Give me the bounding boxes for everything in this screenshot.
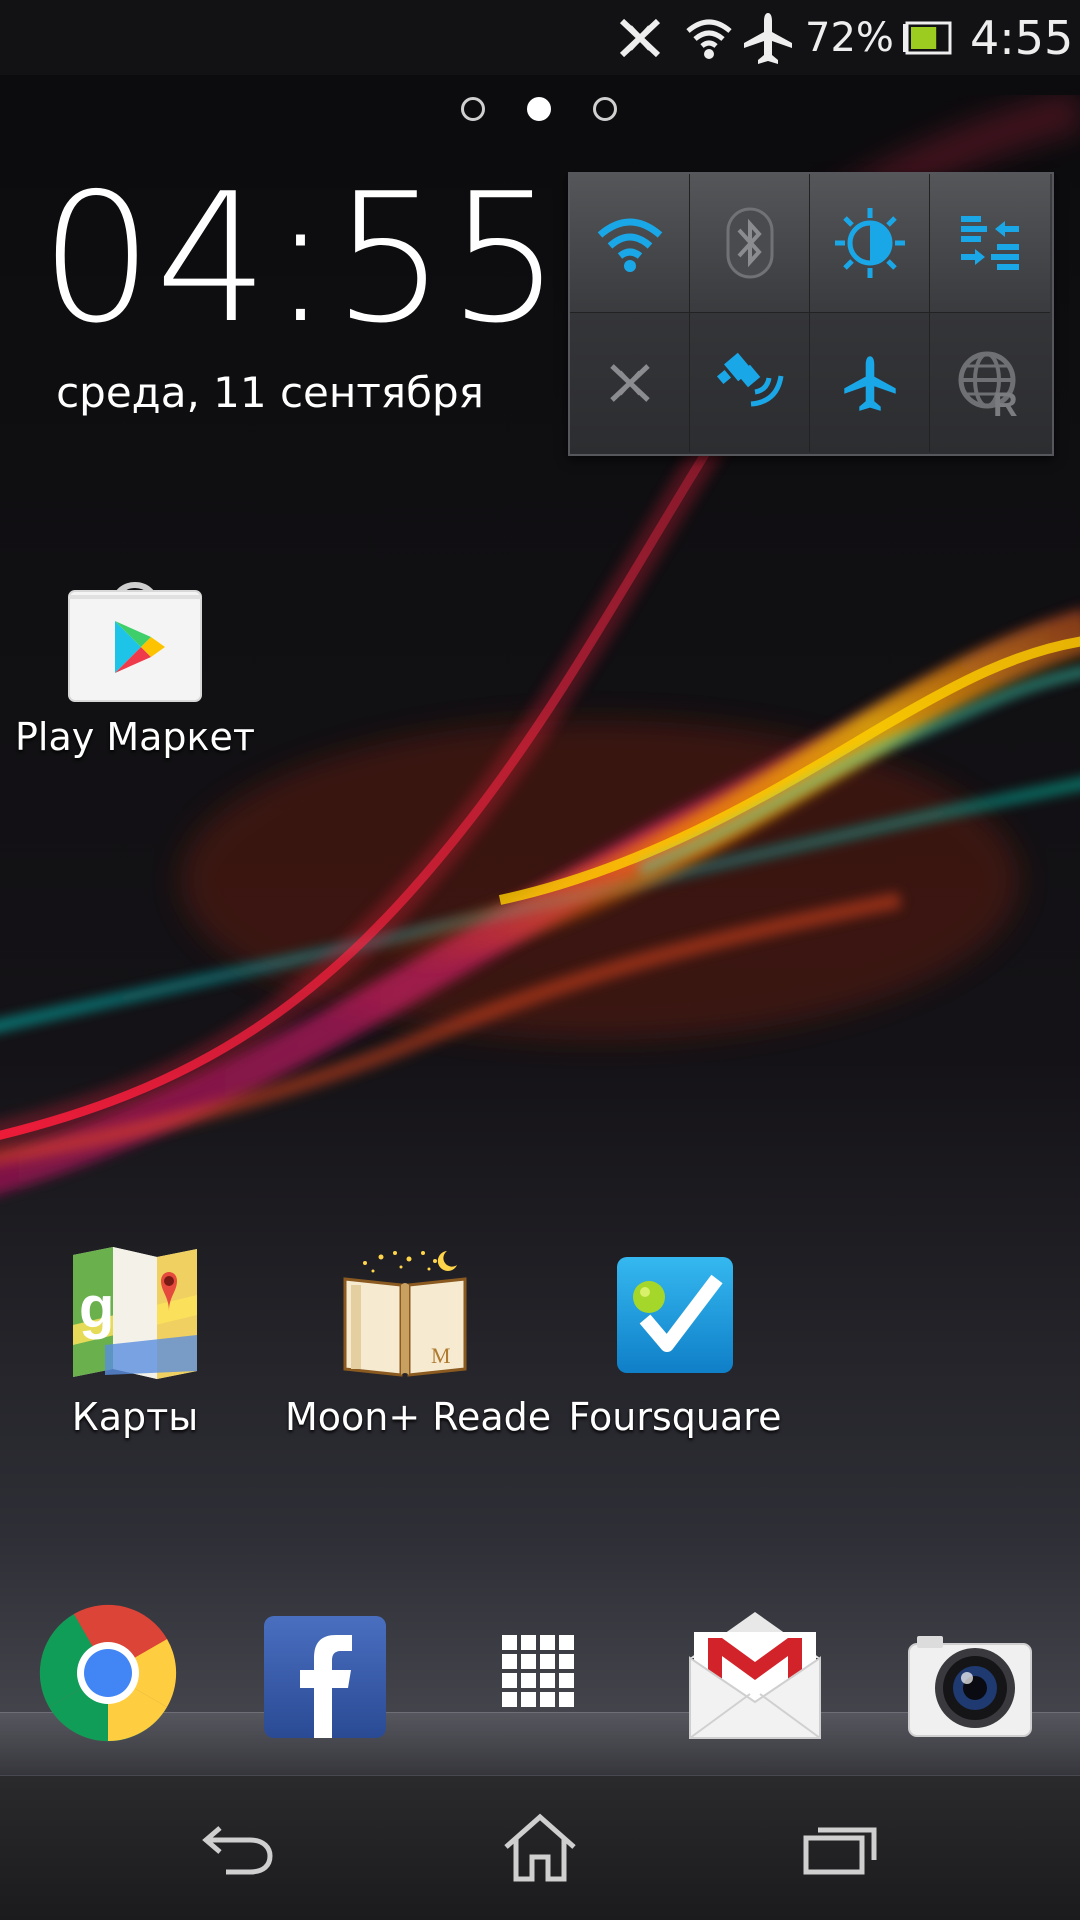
data-sync-toggle[interactable] <box>930 174 1050 313</box>
app-foursquare[interactable]: Foursquare <box>555 1245 795 1439</box>
recent-apps-icon <box>803 1827 877 1875</box>
play-store-icon <box>68 582 202 702</box>
app-label: Карты <box>71 1395 199 1439</box>
brightness-icon <box>834 208 905 278</box>
quick-settings-widget: R <box>568 172 1054 456</box>
page-dot-active[interactable] <box>527 97 551 121</box>
wifi-icon <box>684 0 734 75</box>
svg-text:M: M <box>431 1343 451 1368</box>
app-label: Play Маркет <box>15 715 255 759</box>
facebook-icon <box>264 1616 386 1738</box>
status-clock: 4:55 <box>970 10 1074 65</box>
data-sync-icon <box>961 216 1019 270</box>
nfc-toggle[interactable] <box>570 313 690 452</box>
nfc-off-icon <box>612 0 668 75</box>
navigation-bar <box>0 1776 1080 1920</box>
recent-apps-button[interactable] <box>780 1798 900 1898</box>
svg-text:R: R <box>993 386 1018 418</box>
wifi-icon <box>597 218 662 272</box>
back-icon <box>202 1826 273 1875</box>
status-bar: 72% 4:55 <box>0 0 1080 75</box>
data-roaming-icon: R <box>958 351 1018 418</box>
app-label: Moon+ Reade <box>285 1395 552 1439</box>
battery-percent: 72% <box>805 14 894 61</box>
dock-camera[interactable] <box>895 1598 1045 1748</box>
dock-gmail[interactable] <box>680 1598 830 1748</box>
chrome-icon <box>39 1604 177 1742</box>
camera-icon <box>908 1636 1032 1737</box>
airplane-mode-icon <box>843 355 896 411</box>
gmail-icon <box>689 1612 821 1739</box>
page-dot[interactable] <box>461 97 485 121</box>
home-icon <box>504 1813 576 1882</box>
app-maps[interactable]: g Карты <box>15 1245 255 1439</box>
foursquare-icon <box>617 1257 733 1373</box>
clock-widget-date[interactable]: среда, 11 сентября <box>40 368 500 417</box>
app-play-store[interactable]: Play Маркет <box>15 565 255 759</box>
page-dot[interactable] <box>593 97 617 121</box>
wifi-toggle[interactable] <box>570 174 690 313</box>
gps-icon <box>716 352 783 406</box>
gps-toggle[interactable] <box>690 313 810 452</box>
home-button[interactable] <box>480 1798 600 1898</box>
bluetooth-toggle[interactable] <box>690 174 810 313</box>
app-drawer-icon <box>502 1635 574 1707</box>
brightness-toggle[interactable] <box>810 174 930 313</box>
battery-icon <box>902 0 952 75</box>
back-button[interactable] <box>180 1798 300 1898</box>
airplane-mode-icon <box>740 0 796 75</box>
svg-text:g: g <box>79 1275 114 1340</box>
dock-facebook[interactable] <box>250 1598 400 1748</box>
app-moon-reader[interactable]: M Moon+ Reade <box>285 1245 552 1439</box>
dock-chrome[interactable] <box>33 1598 183 1748</box>
data-roaming-toggle[interactable]: R <box>930 313 1050 452</box>
app-label: Foursquare <box>568 1395 782 1439</box>
maps-icon: g <box>73 1247 197 1379</box>
bluetooth-icon <box>726 207 773 279</box>
airplane-mode-toggle[interactable] <box>810 313 930 452</box>
clock-widget-time[interactable]: 04:55 <box>40 170 561 348</box>
moon-reader-icon: M <box>343 1251 467 1377</box>
nfc-icon <box>609 363 650 402</box>
dock-app-drawer[interactable] <box>465 1598 615 1748</box>
